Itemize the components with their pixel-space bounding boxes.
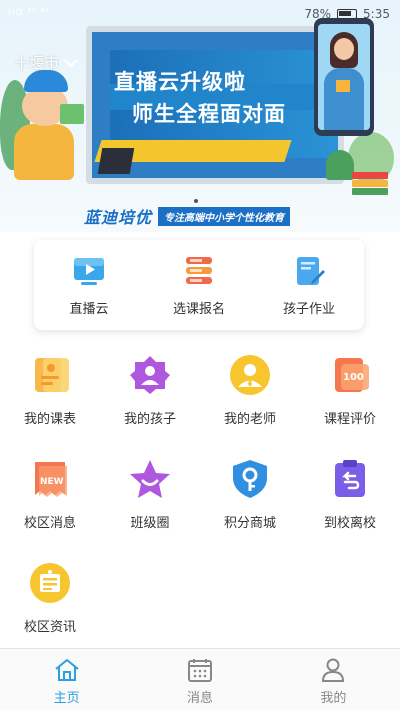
carousel-indicator [194, 199, 198, 203]
status-bar: HD ⁴⁶ ⁴⁶ 78% 5:35 [0, 0, 400, 30]
grid-item-campus-info[interactable]: 校区资讯 [0, 556, 100, 660]
quick-action-homework[interactable]: 孩子作业 [254, 240, 364, 330]
battery-icon [337, 9, 358, 19]
student-boy-illustration [2, 70, 92, 200]
grid-item-label: 积分商城 [223, 516, 276, 531]
brand-slogan: 专注高端中小学个性化教育 [158, 206, 291, 226]
grid-item-my-child[interactable]: 我的孩子 [100, 348, 200, 452]
tab-label: 我的 [320, 691, 347, 706]
home-icon [55, 659, 79, 681]
star-icon [130, 460, 170, 498]
quick-action-course-register[interactable]: 选课报名 [144, 240, 254, 330]
quick-actions-card: 直播云 选课报名 孩子作业 [34, 240, 364, 330]
phone-teacher-illustration [314, 18, 374, 136]
city-label: 十堰市 [14, 54, 60, 72]
chevron-down-icon [64, 58, 78, 67]
quick-action-label: 直播云 [69, 302, 109, 317]
brand-name: 蓝迪培优 [84, 208, 153, 227]
grid-item-course-rating[interactable]: 100 课程评价 [300, 348, 400, 452]
grid-item-my-teacher[interactable]: 我的老师 [200, 348, 300, 452]
svg-text:100: 100 [343, 372, 364, 383]
banner-headline-2: 师生全程面对面 [132, 102, 286, 126]
tab-home[interactable]: 主页 [0, 649, 133, 710]
course-register-icon [186, 257, 212, 284]
city-selector[interactable]: 十堰市 [14, 52, 79, 73]
feature-grid: 我的课表 我的孩子 我的老师 100 课程评价 NEW 校区消息 班级圈 积分商… [0, 348, 400, 660]
points-shop-icon [233, 460, 267, 498]
promo-banner[interactable]: HD ⁴⁶ ⁴⁶ 78% 5:35 十堰市 直播云升级啦 师生全程面对面 蓝迪培… [0, 0, 400, 232]
app-root: HD ⁴⁶ ⁴⁶ 78% 5:35 十堰市 直播云升级啦 师生全程面对面 蓝迪培… [0, 0, 400, 710]
schedule-icon [35, 358, 69, 392]
book-stack-illustration [352, 172, 388, 195]
grid-item-label: 班级圈 [130, 516, 170, 531]
banner-headline-1: 直播云升级啦 [114, 70, 246, 94]
grid-item-label: 我的老师 [223, 412, 276, 427]
svg-text:NEW: NEW [40, 477, 64, 487]
play-screen-icon [74, 258, 104, 285]
grid-item-label: 校区资讯 [23, 620, 76, 635]
clock-time: 5:35 [363, 7, 390, 21]
quick-action-label: 孩子作业 [282, 302, 335, 317]
grid-item-label: 我的孩子 [123, 412, 176, 427]
rating-icon: 100 [335, 358, 369, 392]
tab-label: 主页 [53, 691, 80, 706]
calendar-icon [187, 659, 212, 682]
grid-item-points-shop[interactable]: 积分商城 [200, 452, 300, 556]
status-right: 78% 5:35 [304, 7, 390, 21]
battery-percent: 78% [304, 7, 332, 21]
teacher-icon [230, 355, 270, 395]
grid-item-attendance[interactable]: 到校离校 [300, 452, 400, 556]
grid-item-campus-news[interactable]: NEW 校区消息 [0, 452, 100, 556]
grid-item-label: 课程评价 [323, 412, 376, 427]
info-board-icon [30, 563, 70, 603]
grid-item-class-circle[interactable]: 班级圈 [100, 452, 200, 556]
child-icon [130, 356, 170, 394]
brand-tagline: 蓝迪培优 专注高端中小学个性化教育 [84, 206, 291, 227]
tab-profile[interactable]: 我的 [267, 649, 400, 710]
grid-item-label: 到校离校 [323, 516, 376, 531]
monitor-illustration [97, 148, 135, 174]
news-icon: NEW [35, 462, 67, 497]
grid-item-my-schedule[interactable]: 我的课表 [0, 348, 100, 452]
bottom-tab-bar: 主页 消息 我的 [0, 648, 400, 710]
user-icon [322, 658, 345, 682]
signal-indicators: HD ⁴⁶ ⁴⁶ [8, 8, 50, 18]
quick-action-label: 选课报名 [172, 302, 225, 317]
grid-item-label: 我的课表 [23, 412, 76, 427]
homework-icon [297, 257, 325, 285]
carousel-dot [194, 199, 198, 203]
plant-illustration [326, 150, 354, 180]
tab-label: 消息 [186, 691, 213, 706]
attendance-icon [335, 460, 365, 497]
tab-messages[interactable]: 消息 [133, 649, 266, 710]
quick-action-live-cloud[interactable]: 直播云 [34, 240, 144, 330]
grid-item-label: 校区消息 [23, 516, 76, 531]
